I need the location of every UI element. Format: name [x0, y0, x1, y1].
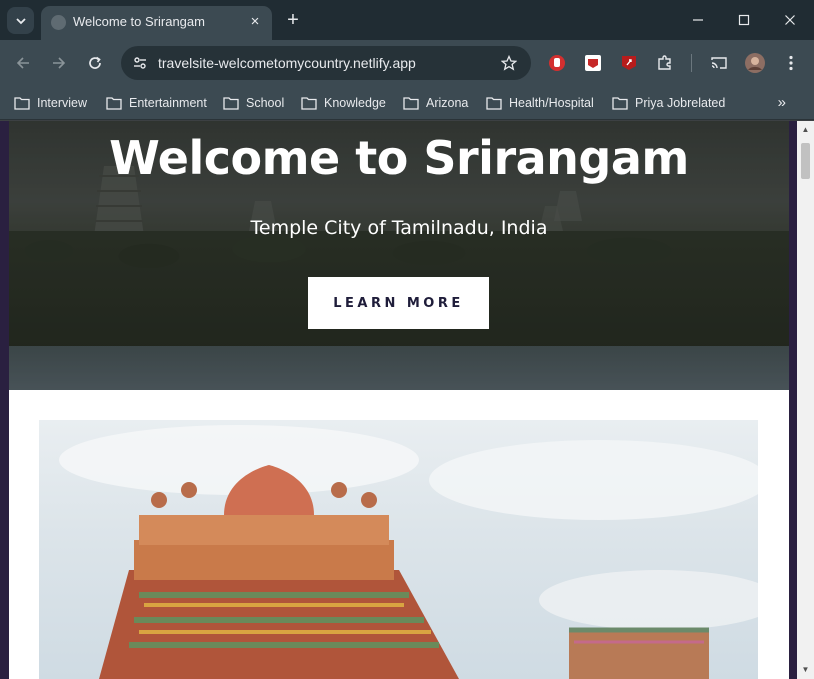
bookmark-health-hospital[interactable]: Health/Hospital [486, 93, 594, 113]
extension-rocket-button[interactable] [619, 53, 639, 73]
bookmark-entertainment[interactable]: Entertainment [106, 93, 207, 113]
cast-button[interactable] [709, 53, 729, 73]
tune-icon [134, 57, 146, 69]
hero-subtitle: Temple City of Tamilnadu, India [250, 217, 548, 239]
maximize-button[interactable] [732, 8, 756, 32]
gopuram-illustration [59, 425, 758, 679]
back-button[interactable] [10, 50, 36, 76]
browser-menu-button[interactable] [781, 53, 801, 73]
tab-strip: Welcome to Srirangam × + [0, 0, 814, 40]
extension-mail-button[interactable] [583, 53, 603, 73]
page-scrollbar[interactable]: ▲ ▼ [797, 121, 814, 679]
minimize-icon [693, 19, 703, 21]
bookmark-label: Interview [37, 96, 88, 110]
reload-icon [89, 56, 101, 69]
bookmark-label: Entertainment [129, 96, 207, 110]
tab-search-button[interactable] [7, 7, 34, 34]
bookmark-label: Knowledge [324, 96, 386, 110]
browser-window: Welcome to Srirangam × + travelsite-welc… [0, 0, 814, 679]
folder-icon [301, 97, 317, 110]
globe-icon [51, 15, 66, 30]
bookmark-priya-jobrelated[interactable]: Priya Jobrelated [612, 93, 725, 113]
bookmark-label: Health/Hospital [509, 96, 594, 110]
minimize-button[interactable] [686, 8, 710, 32]
reload-button[interactable] [82, 50, 108, 76]
bookmark-label: Arizona [426, 96, 469, 110]
page-viewport: Welcome to Srirangam Temple City of Tami… [0, 121, 814, 679]
cast-icon [711, 57, 727, 69]
bookmarks-bar: Interview Entertainment School Knowledge… [0, 86, 814, 120]
new-tab-button[interactable]: + [282, 10, 304, 32]
toolbar-divider [691, 54, 692, 72]
close-icon [785, 15, 795, 25]
extension-adblock-button[interactable] [547, 53, 567, 73]
tab-active[interactable]: Welcome to Srirangam × [41, 6, 272, 40]
folder-icon [106, 97, 122, 110]
scroll-down-arrow-icon[interactable]: ▼ [801, 665, 810, 674]
bookmark-star-button[interactable] [499, 53, 519, 73]
hand-stop-icon [549, 55, 565, 71]
rocket-icon [622, 56, 636, 70]
bookmark-arizona[interactable]: Arizona [403, 93, 468, 113]
folder-icon [612, 97, 628, 110]
bookmark-label: School [246, 96, 285, 110]
learn-more-button[interactable]: LEARN MORE [308, 277, 489, 329]
avatar [745, 53, 765, 73]
close-window-button[interactable] [778, 8, 802, 32]
maximize-icon [738, 14, 750, 26]
mail-shield-icon [585, 55, 601, 71]
folder-icon [223, 97, 239, 110]
forward-button[interactable] [46, 50, 72, 76]
scroll-up-arrow-icon[interactable]: ▲ [801, 125, 810, 134]
hero-section: Welcome to Srirangam Temple City of Tami… [9, 121, 789, 390]
web-page: Welcome to Srirangam Temple City of Tami… [9, 121, 789, 679]
bookmark-label: Priya Jobrelated [635, 96, 726, 110]
hero-title: Welcome to Srirangam [109, 131, 689, 185]
profile-avatar-button[interactable] [745, 53, 765, 73]
extensions-menu-button[interactable] [655, 53, 675, 73]
star-icon [501, 55, 517, 71]
bookmarks-overflow-button[interactable]: » [778, 94, 786, 111]
temple-gopuram-photo [39, 420, 758, 679]
arrow-left-icon [16, 57, 29, 69]
url-text[interactable]: travelsite-welcometomycountry.netlify.ap… [158, 55, 416, 71]
tab-title: Welcome to Srirangam [73, 14, 205, 29]
folder-icon [486, 97, 502, 110]
tab-close-button[interactable]: × [245, 11, 265, 31]
bookmark-knowledge[interactable]: Knowledge [301, 93, 386, 113]
chevron-down-icon [15, 17, 26, 24]
arrow-right-icon [53, 57, 66, 69]
puzzle-icon [658, 55, 671, 70]
scroll-thumb[interactable] [801, 143, 810, 179]
bookmark-school[interactable]: School [223, 93, 284, 113]
address-bar[interactable]: travelsite-welcometomycountry.netlify.ap… [121, 46, 531, 80]
folder-icon [403, 97, 419, 110]
site-info-button[interactable] [129, 52, 151, 74]
more-vert-icon [789, 55, 793, 71]
folder-icon [14, 97, 30, 110]
toolbar: travelsite-welcometomycountry.netlify.ap… [0, 40, 814, 86]
bookmark-interview[interactable]: Interview [14, 93, 87, 113]
